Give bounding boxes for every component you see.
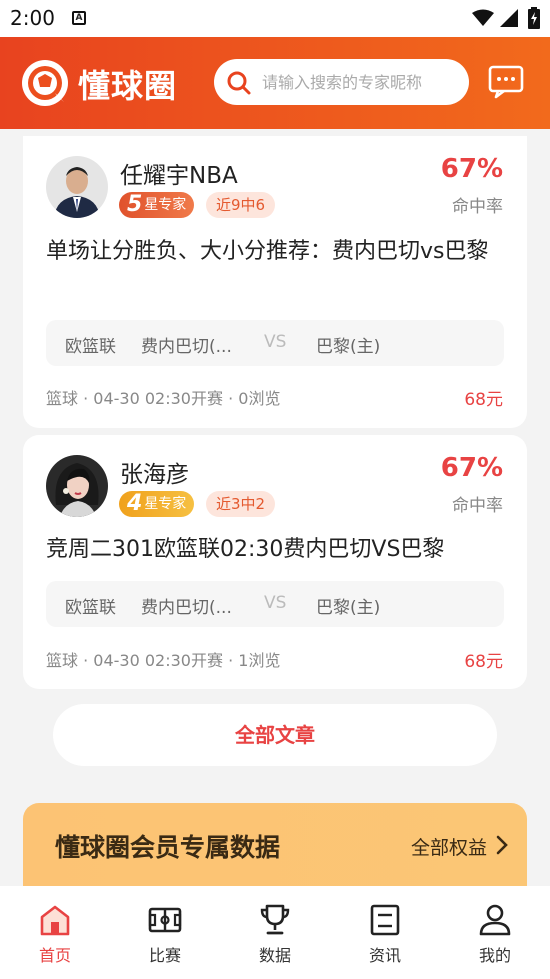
tab-home[interactable]: 首页 [0, 886, 110, 979]
expert-avatar[interactable] [46, 156, 108, 218]
field-icon [148, 907, 182, 933]
tab-news[interactable]: 资讯 [330, 886, 440, 979]
article-price: 68元 [464, 390, 503, 410]
meta-dot: · [83, 651, 89, 670]
expert-name[interactable]: 张海彦 [120, 455, 189, 489]
hit-rate-label: 命中率 [452, 197, 503, 217]
match-away-team: 巴黎(主) [316, 598, 381, 618]
tab-data[interactable]: 数据 [220, 886, 330, 979]
battery-icon [528, 7, 540, 29]
match-league: 欧篮联 [65, 598, 116, 618]
home-icon [40, 905, 70, 936]
article-meta: 篮球 · 04-30 02:30开赛 · 0浏览 [46, 385, 280, 409]
meta-start-time: 04-30 02:30开赛 [93, 389, 223, 408]
article-title[interactable]: 单场让分胜负、大小分推荐：费内巴切vs巴黎 [46, 234, 506, 270]
bottom-tab-bar: 首页 比赛 数据 资讯 我的 [0, 886, 550, 979]
expert-name[interactable]: 任耀宇NBA [120, 156, 238, 190]
meta-dot: · [228, 651, 234, 670]
meta-sport: 篮球 [46, 651, 79, 670]
meta-sport: 篮球 [46, 389, 79, 408]
status-time: 2:00 [10, 6, 55, 30]
logo-text: 懂球圈 [78, 67, 178, 105]
wifi-icon [472, 9, 494, 26]
article-card[interactable]: 张海彦 4 星专家 近3中2 67% 命中率 竞周二301欧篮联02:30费内巴… [23, 435, 527, 689]
tab-label: 比赛 [148, 946, 181, 965]
vip-all-benefits-link[interactable]: 全部权益 [411, 833, 487, 860]
meta-views: 0浏览 [238, 389, 281, 408]
message-icon[interactable] [488, 65, 524, 99]
match-home-team: 费内巴切(... [141, 337, 232, 357]
meta-dot: · [83, 389, 89, 408]
meta-views: 1浏览 [238, 651, 281, 670]
user-icon [479, 904, 511, 936]
sim-icon: A [72, 11, 86, 25]
match-vs: VS [264, 593, 287, 613]
meta-start-time: 04-30 02:30开赛 [93, 651, 223, 670]
tab-label: 我的 [478, 946, 511, 965]
trophy-icon [260, 904, 290, 935]
tab-label: 数据 [258, 946, 291, 965]
tab-label: 资讯 [368, 946, 401, 965]
tab-matches[interactable]: 比赛 [110, 886, 220, 979]
expert-level-badge: 4 星专家 [119, 491, 195, 517]
signal-icon [500, 9, 518, 27]
meta-dot: · [228, 389, 234, 408]
streak-badge: 近9中6 [206, 192, 276, 218]
news-icon [370, 904, 400, 936]
level-label: 星专家 [144, 197, 187, 213]
level-number: 4 [127, 491, 143, 516]
level-number: 5 [127, 192, 143, 217]
vip-title: 懂球圈会员专属数据 [55, 833, 281, 862]
hit-rate: 67% [440, 453, 503, 483]
logo-icon [22, 60, 68, 106]
match-home-team: 费内巴切(... [141, 598, 232, 618]
search-bar[interactable] [214, 59, 469, 105]
expert-avatar[interactable] [46, 455, 108, 517]
match-info: 欧篮联 费内巴切(... VS 巴黎(主) [46, 320, 504, 366]
tab-mine[interactable]: 我的 [440, 886, 550, 979]
article-meta: 篮球 · 04-30 02:30开赛 · 1浏览 [46, 647, 280, 671]
vip-banner[interactable]: 懂球圈会员专属数据 全部权益 [23, 803, 527, 893]
expert-level-badge: 5 星专家 [119, 192, 195, 218]
article-card[interactable]: 任耀宇NBA 5 星专家 近9中6 67% 命中率 单场让分胜负、大小分推荐：费… [23, 136, 527, 428]
hit-rate-label: 命中率 [452, 496, 503, 516]
all-articles-button[interactable]: 全部文章 [53, 704, 497, 766]
match-vs: VS [264, 332, 287, 352]
chevron-right-icon[interactable] [495, 834, 509, 856]
tab-label: 首页 [38, 946, 71, 965]
article-price: 68元 [464, 652, 503, 672]
hit-rate: 67% [440, 154, 503, 184]
app-header: 懂球圈 [0, 37, 550, 129]
search-icon [227, 71, 251, 95]
match-info: 欧篮联 费内巴切(... VS 巴黎(主) [46, 581, 504, 627]
streak-badge: 近3中2 [206, 491, 276, 517]
search-input[interactable] [262, 69, 462, 95]
article-title[interactable]: 竞周二301欧篮联02:30费内巴切VS巴黎 [46, 532, 506, 568]
status-bar: 2:00 A [0, 0, 550, 37]
level-label: 星专家 [144, 496, 187, 512]
match-league: 欧篮联 [65, 337, 116, 357]
match-away-team: 巴黎(主) [316, 337, 381, 357]
